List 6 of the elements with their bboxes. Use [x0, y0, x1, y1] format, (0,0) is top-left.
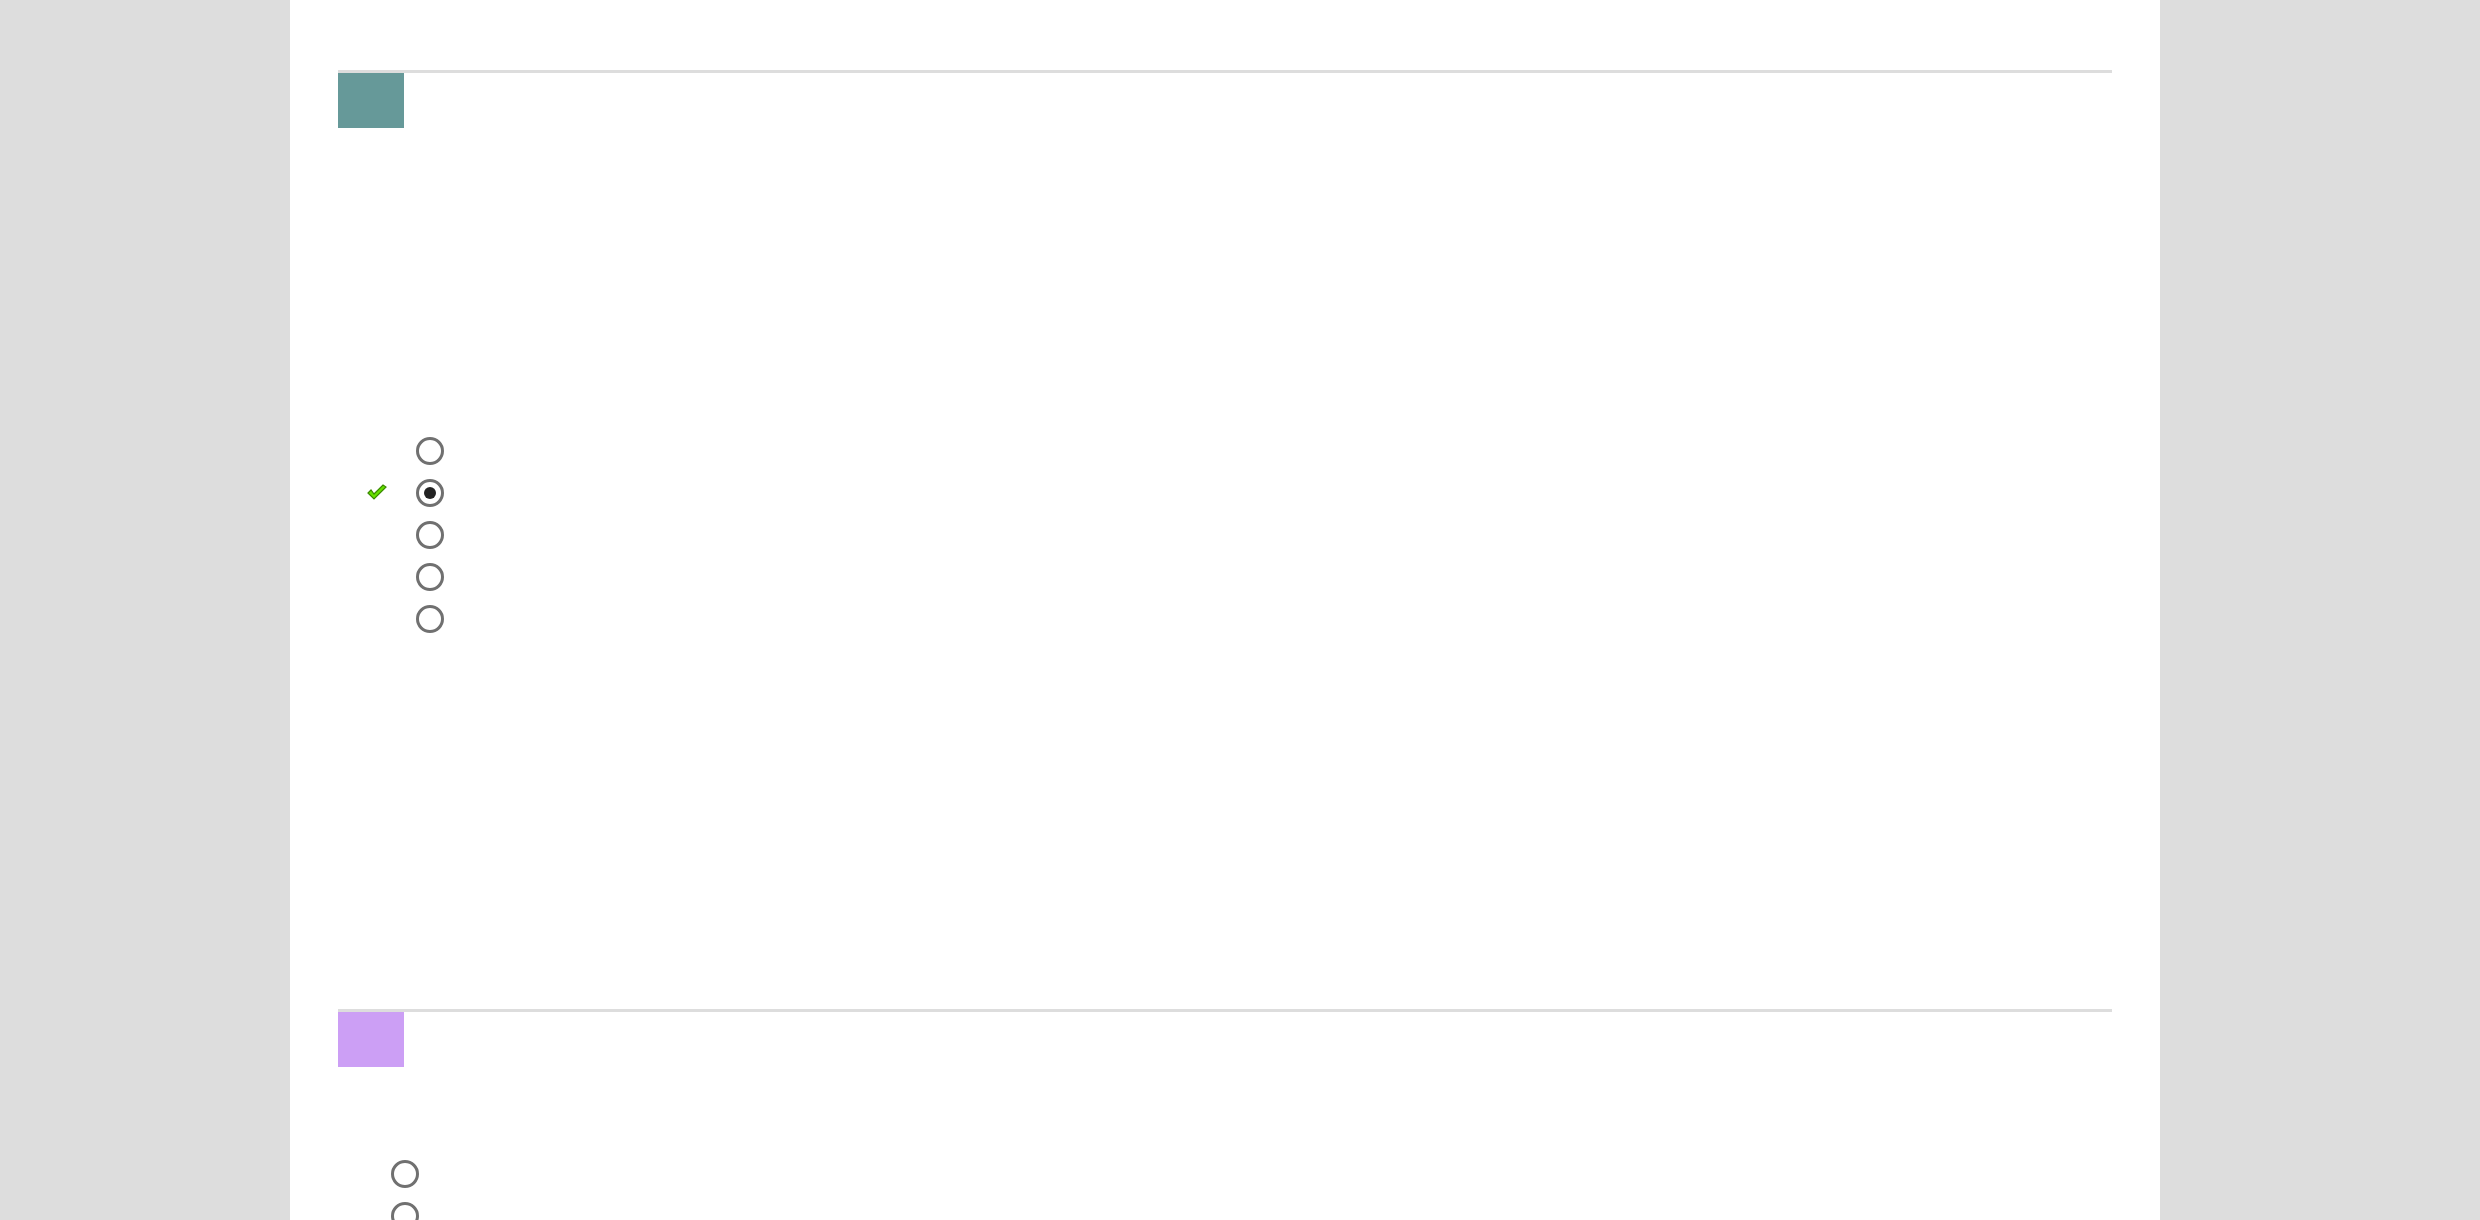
radio-button[interactable] [416, 521, 444, 549]
radio-button[interactable] [391, 1160, 419, 1188]
radio-button[interactable] [416, 605, 444, 633]
radio-button[interactable] [416, 437, 444, 465]
radio-button[interactable] [416, 479, 444, 507]
radio-button[interactable] [416, 563, 444, 591]
